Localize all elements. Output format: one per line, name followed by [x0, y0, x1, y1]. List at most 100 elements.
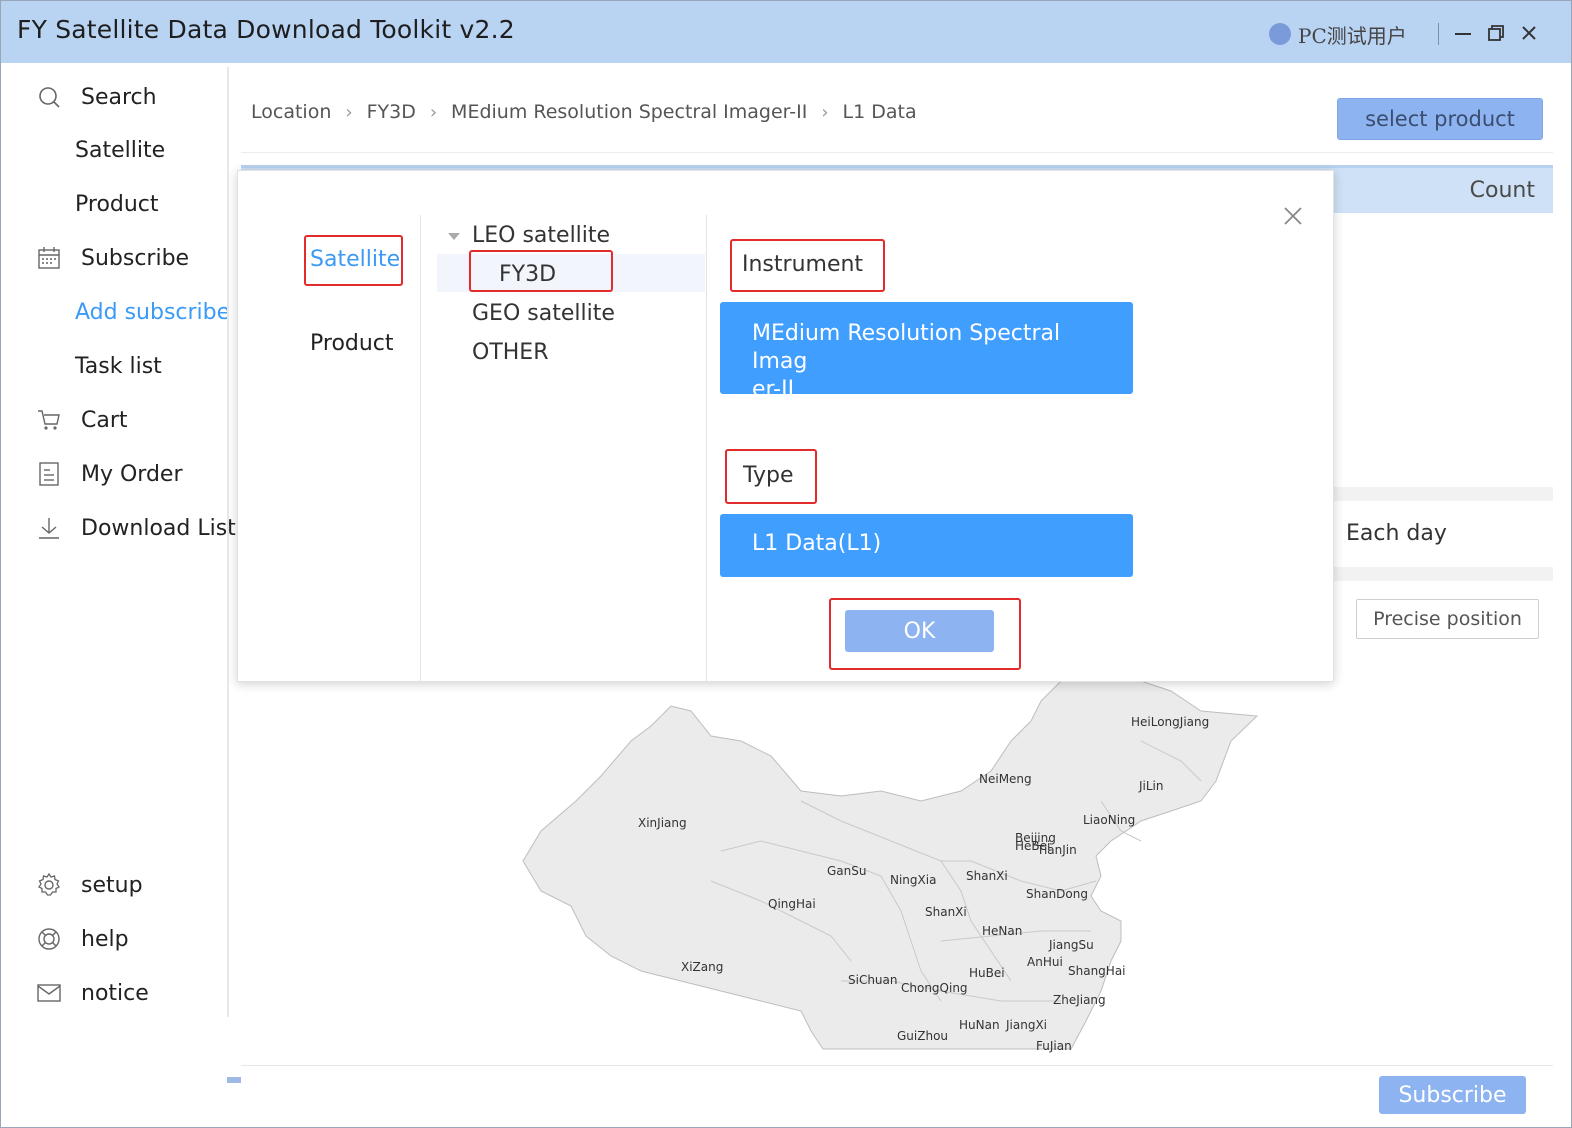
- section-separator: [1334, 567, 1553, 581]
- breadcrumb-item[interactable]: Location: [251, 101, 331, 123]
- sidebar-item-cart[interactable]: Cart: [1, 400, 221, 440]
- map-label: HuBei: [969, 966, 1005, 980]
- map-label: GanSu: [827, 864, 867, 878]
- sidebar-item-notice[interactable]: notice: [1, 973, 221, 1013]
- highlight-box: [304, 235, 403, 286]
- sidebar-item-search[interactable]: Search: [1, 77, 221, 117]
- map-label: GuiZhou: [897, 1029, 949, 1043]
- sidebar-item-label: Satellite: [75, 137, 166, 163]
- sidebar-item-label: Download List: [81, 515, 236, 541]
- map-label: AnHui: [1027, 955, 1063, 969]
- tree-node-leo-satellite[interactable]: LEO satellite: [472, 223, 610, 248]
- instrument-option-line: er-II: [752, 377, 795, 402]
- breadcrumb-item[interactable]: MEdium Resolution Spectral Imager-II: [451, 101, 807, 123]
- each-day-row: Each day: [1334, 501, 1553, 567]
- china-map[interactable]: HeiLongJiang NeiMeng JiLin LiaoNing XinJ…: [241, 681, 1553, 1053]
- map-label: JiangXi: [1006, 1018, 1048, 1032]
- help-icon: [38, 928, 60, 950]
- breadcrumb-item[interactable]: FY3D: [367, 101, 416, 123]
- breadcrumb-bar: Location › FY3D › MEdium Resolution Spec…: [241, 67, 1553, 153]
- footer-bar: Subscribe: [241, 1065, 1553, 1117]
- map-label: HeiLongJiang: [1131, 715, 1210, 729]
- sidebar-item-label: Cart: [81, 407, 128, 433]
- chevron-right-icon: ›: [821, 101, 829, 123]
- breadcrumb: Location › FY3D › MEdium Resolution Spec…: [251, 101, 917, 123]
- title-bar: FY Satellite Data Download Toolkit v2.2 …: [1, 1, 1571, 63]
- breadcrumb-item[interactable]: L1 Data: [843, 101, 917, 123]
- tab-product[interactable]: Product: [310, 331, 394, 356]
- map-label: ShangHai: [1068, 964, 1126, 978]
- map-label: NingXia: [890, 873, 937, 887]
- column-divider: [420, 215, 421, 683]
- map-label: ZheJiang: [1053, 993, 1106, 1007]
- precise-position-button[interactable]: Precise position: [1356, 599, 1539, 639]
- sidebar-item-label: help: [81, 926, 129, 952]
- app-window: FY Satellite Data Download Toolkit v2.2 …: [0, 0, 1572, 1128]
- map-label: JiLin: [1139, 779, 1164, 793]
- minimize-icon: [1455, 33, 1471, 35]
- sidebar-item-product[interactable]: Product: [1, 184, 221, 224]
- product-select-dialog: Satellite Product LEO satellite FY3D GEO…: [237, 170, 1334, 683]
- sidebar-item-task-list[interactable]: Task list: [1, 346, 221, 386]
- chevron-right-icon: ›: [345, 101, 353, 123]
- map-label: ShanXi: [966, 869, 1008, 883]
- map-label: XiZang: [681, 960, 724, 974]
- map-shape[interactable]: [241, 681, 1553, 1053]
- search-icon: [39, 87, 60, 108]
- map-label: QingHai: [768, 897, 816, 911]
- map-label: ShanXi: [925, 905, 967, 919]
- sidebar-item-satellite[interactable]: Satellite: [1, 130, 221, 170]
- sidebar-divider: [227, 67, 229, 1017]
- sidebar-item-label: Add subscribe: [75, 299, 231, 325]
- sidebar-item-my-order[interactable]: My Order: [1, 454, 221, 494]
- column-divider: [706, 215, 707, 683]
- minimize-button[interactable]: [1449, 19, 1477, 47]
- instrument-option[interactable]: MEdium Resolution Spectral Imag er-II: [720, 302, 1133, 402]
- tree-node-geo-satellite[interactable]: GEO satellite: [472, 301, 615, 326]
- sidebar-item-subscribe[interactable]: Subscribe: [1, 238, 221, 278]
- map-label: LiaoNing: [1083, 813, 1136, 827]
- scrollbar-thumb[interactable]: [227, 1077, 241, 1083]
- mail-icon: [37, 984, 61, 1002]
- app-title: FY Satellite Data Download Toolkit v2.2: [17, 15, 515, 44]
- chevron-right-icon: ›: [429, 101, 438, 123]
- highlight-box: [725, 449, 817, 504]
- close-icon[interactable]: [1282, 205, 1304, 227]
- sidebar-item-add-subscribe[interactable]: Add subscribe: [1, 292, 230, 332]
- title-separator: [1438, 23, 1439, 45]
- sidebar-item-label: setup: [81, 872, 143, 898]
- ok-button[interactable]: OK: [845, 610, 994, 652]
- sidebar-item-help[interactable]: help: [1, 919, 221, 959]
- sidebar-item-download-list[interactable]: Download List: [1, 508, 236, 548]
- close-window-button[interactable]: [1515, 19, 1543, 47]
- map-label: FuJian: [1036, 1039, 1072, 1053]
- map-label: JiangSu: [1049, 938, 1094, 952]
- tree-node-other[interactable]: OTHER: [472, 340, 548, 365]
- close-icon: [1522, 26, 1536, 40]
- cart-icon: [38, 410, 60, 430]
- highlight-box: [730, 239, 885, 292]
- map-label: TianJin: [1037, 843, 1077, 857]
- subscribe-button[interactable]: Subscribe: [1379, 1076, 1526, 1114]
- maximize-button[interactable]: [1482, 19, 1510, 47]
- sidebar-item-label: Search: [81, 84, 157, 110]
- sidebar-item-label: Product: [75, 191, 159, 217]
- user-name[interactable]: PC测试用户: [1298, 20, 1407, 49]
- map-label: ChongQing: [901, 981, 968, 995]
- sidebar-item-setup[interactable]: setup: [1, 865, 221, 905]
- map-label: HuNan: [959, 1018, 1000, 1032]
- section-separator: [1334, 487, 1553, 501]
- sidebar-item-label: Task list: [75, 353, 162, 379]
- select-product-button[interactable]: select product: [1337, 98, 1543, 140]
- sidebar-item-label: Subscribe: [81, 245, 190, 271]
- sidebar-item-label: My Order: [81, 461, 183, 487]
- each-day-option[interactable]: Each day: [1346, 521, 1447, 546]
- avatar[interactable]: [1269, 23, 1291, 45]
- caret-down-icon[interactable]: [448, 233, 460, 240]
- map-label: HeNan: [982, 924, 1023, 938]
- map-label: SiChuan: [848, 973, 898, 987]
- download-icon: [39, 518, 59, 539]
- type-option[interactable]: L1 Data(L1): [720, 514, 1133, 577]
- order-icon: [39, 462, 59, 486]
- instrument-option-line: MEdium Resolution Spectral Imag: [752, 321, 1061, 374]
